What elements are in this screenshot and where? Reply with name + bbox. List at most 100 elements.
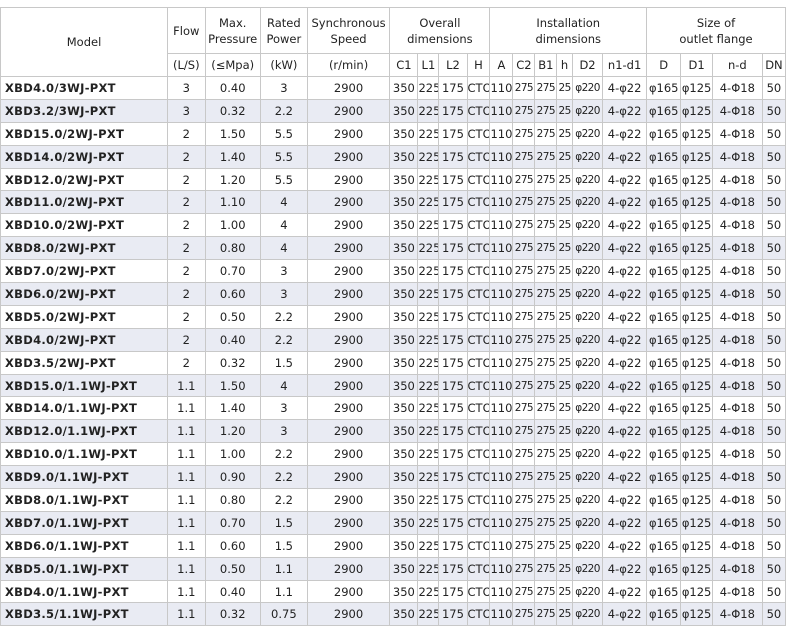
- cell-c2: 275: [512, 304, 536, 329]
- cell-d2: φ220: [571, 510, 604, 535]
- header-max-pressure: Max. Pressure: [204, 7, 261, 54]
- cell-l1: 225: [417, 533, 440, 558]
- cell-l2: 175: [438, 213, 468, 238]
- cell-d2: φ220: [571, 556, 604, 581]
- cell-d2: φ220: [571, 373, 604, 398]
- cell-c2: 275: [512, 167, 536, 192]
- cell-h-small: 25: [556, 98, 573, 123]
- cell-max-pressure: 1.50: [204, 121, 261, 146]
- cell-model: XBD3.5/2WJ-PXT: [0, 350, 168, 375]
- cell-c2: 275: [512, 76, 536, 100]
- cell-c1: 350: [389, 236, 419, 261]
- cell-d2: φ220: [571, 121, 604, 146]
- table-row: XBD12.0/1.1WJ-PXT 1.1 1.20 3 2900 350 225 175 CT…: [0, 419, 787, 444]
- cell-d: φ165: [646, 327, 682, 352]
- cell-l1: 225: [417, 190, 440, 215]
- cell-model: XBD10.0/2WJ-PXT: [0, 213, 168, 238]
- subheader-c2: C2: [512, 53, 536, 77]
- cell-l1: 225: [417, 76, 440, 100]
- cell-l2: 175: [438, 121, 468, 146]
- cell-d: φ165: [646, 259, 682, 284]
- cell-flow: 1.1: [167, 510, 206, 535]
- cell-l1: 225: [417, 556, 440, 581]
- subheader-l2: L2: [438, 53, 468, 77]
- cell-n1-d1: 4-φ22: [602, 579, 648, 604]
- cell-b1: 275: [534, 76, 558, 100]
- cell-dn: 50: [761, 488, 787, 512]
- cell-dn: 50: [761, 510, 787, 535]
- cell-model: XBD15.0/2WJ-PXT: [0, 121, 168, 146]
- cell-dn: 50: [761, 76, 787, 100]
- table-header: Model Flow Max. Pressure Rated Power Synch…: [0, 7, 787, 77]
- cell-d2: φ220: [571, 327, 604, 352]
- cell-l2: 175: [438, 419, 468, 444]
- cell-c1: 350: [389, 213, 419, 238]
- cell-sync-speed: 2900: [306, 533, 391, 558]
- cell-c1: 350: [389, 259, 419, 284]
- cell-sync-speed: 2900: [306, 419, 391, 444]
- cell-d: φ165: [646, 144, 682, 169]
- cell-c1: 350: [389, 327, 419, 352]
- cell-n-d: 4-Φ18: [711, 396, 763, 421]
- cell-a: 110: [489, 556, 514, 581]
- table-row: XBD6.0/1.1WJ-PXT 1.1 0.60 1.5 2900 350 225 175 C…: [0, 533, 787, 558]
- cell-d1: φ125: [680, 121, 713, 146]
- cell-max-pressure: 0.80: [204, 488, 261, 512]
- cell-d1: φ125: [680, 327, 713, 352]
- cell-sync-speed: 2900: [306, 259, 391, 284]
- cell-d1: φ125: [680, 579, 713, 604]
- cell-rated-power: 3: [259, 76, 308, 100]
- cell-model: XBD14.0/1.1WJ-PXT: [0, 396, 168, 421]
- cell-h-small: 25: [556, 121, 573, 146]
- cell-n1-d1: 4-φ22: [602, 350, 648, 375]
- cell-c1: 350: [389, 190, 419, 215]
- cell-sync-speed: 2900: [306, 76, 391, 100]
- cell-dn: 50: [761, 167, 787, 192]
- cell-l1: 225: [417, 282, 440, 306]
- unit-power: (kW): [259, 53, 308, 77]
- cell-n-d: 4-Φ18: [711, 236, 763, 261]
- table-row: XBD3.2/3WJ-PXT 3 0.32 2.2 2900 350 225 175 CTO 11…: [0, 98, 787, 123]
- cell-dn: 50: [761, 602, 787, 627]
- table-row: XBD3.5/2WJ-PXT 2 0.32 1.5 2900 350 225 175 CTO 11…: [0, 350, 787, 375]
- cell-rated-power: 2.2: [259, 465, 308, 490]
- cell-n1-d1: 4-φ22: [602, 602, 648, 627]
- cell-h: CTO: [466, 327, 491, 352]
- cell-h-small: 25: [556, 282, 573, 306]
- cell-n-d: 4-Φ18: [711, 419, 763, 444]
- cell-h-small: 25: [556, 327, 573, 352]
- cell-max-pressure: 0.40: [204, 327, 261, 352]
- cell-h: CTO: [466, 144, 491, 169]
- cell-n-d: 4-Φ18: [711, 190, 763, 215]
- cell-d: φ165: [646, 282, 682, 306]
- table-row: XBD3.5/1.1WJ-PXT 1.1 0.32 0.75 2900 350 225 175…: [0, 602, 787, 627]
- cell-dn: 50: [761, 304, 787, 329]
- cell-c2: 275: [512, 327, 536, 352]
- cell-b1: 275: [534, 579, 558, 604]
- cell-d: φ165: [646, 213, 682, 238]
- cell-a: 110: [489, 167, 514, 192]
- cell-b1: 275: [534, 488, 558, 512]
- header-model: Model: [0, 7, 168, 77]
- cell-flow: 1.1: [167, 373, 206, 398]
- cell-l2: 175: [438, 373, 468, 398]
- cell-model: XBD4.0/3WJ-PXT: [0, 76, 168, 100]
- cell-d2: φ220: [571, 259, 604, 284]
- cell-dn: 50: [761, 373, 787, 398]
- cell-dn: 50: [761, 327, 787, 352]
- cell-max-pressure: 1.00: [204, 442, 261, 467]
- cell-h: CTO: [466, 488, 491, 512]
- cell-flow: 3: [167, 76, 206, 100]
- table-row: XBD5.0/1.1WJ-PXT 1.1 0.50 1.1 2900 350 225 175 C…: [0, 556, 787, 581]
- cell-c1: 350: [389, 121, 419, 146]
- cell-sync-speed: 2900: [306, 579, 391, 604]
- cell-c2: 275: [512, 190, 536, 215]
- cell-a: 110: [489, 327, 514, 352]
- cell-dn: 50: [761, 259, 787, 284]
- cell-model: XBD4.0/1.1WJ-PXT: [0, 579, 168, 604]
- cell-c1: 350: [389, 510, 419, 535]
- cell-b1: 275: [534, 259, 558, 284]
- cell-d2: φ220: [571, 98, 604, 123]
- table-row: XBD10.0/2WJ-PXT 2 1.00 4 2900 350 225 175 CTO 110…: [0, 213, 787, 238]
- cell-c1: 350: [389, 396, 419, 421]
